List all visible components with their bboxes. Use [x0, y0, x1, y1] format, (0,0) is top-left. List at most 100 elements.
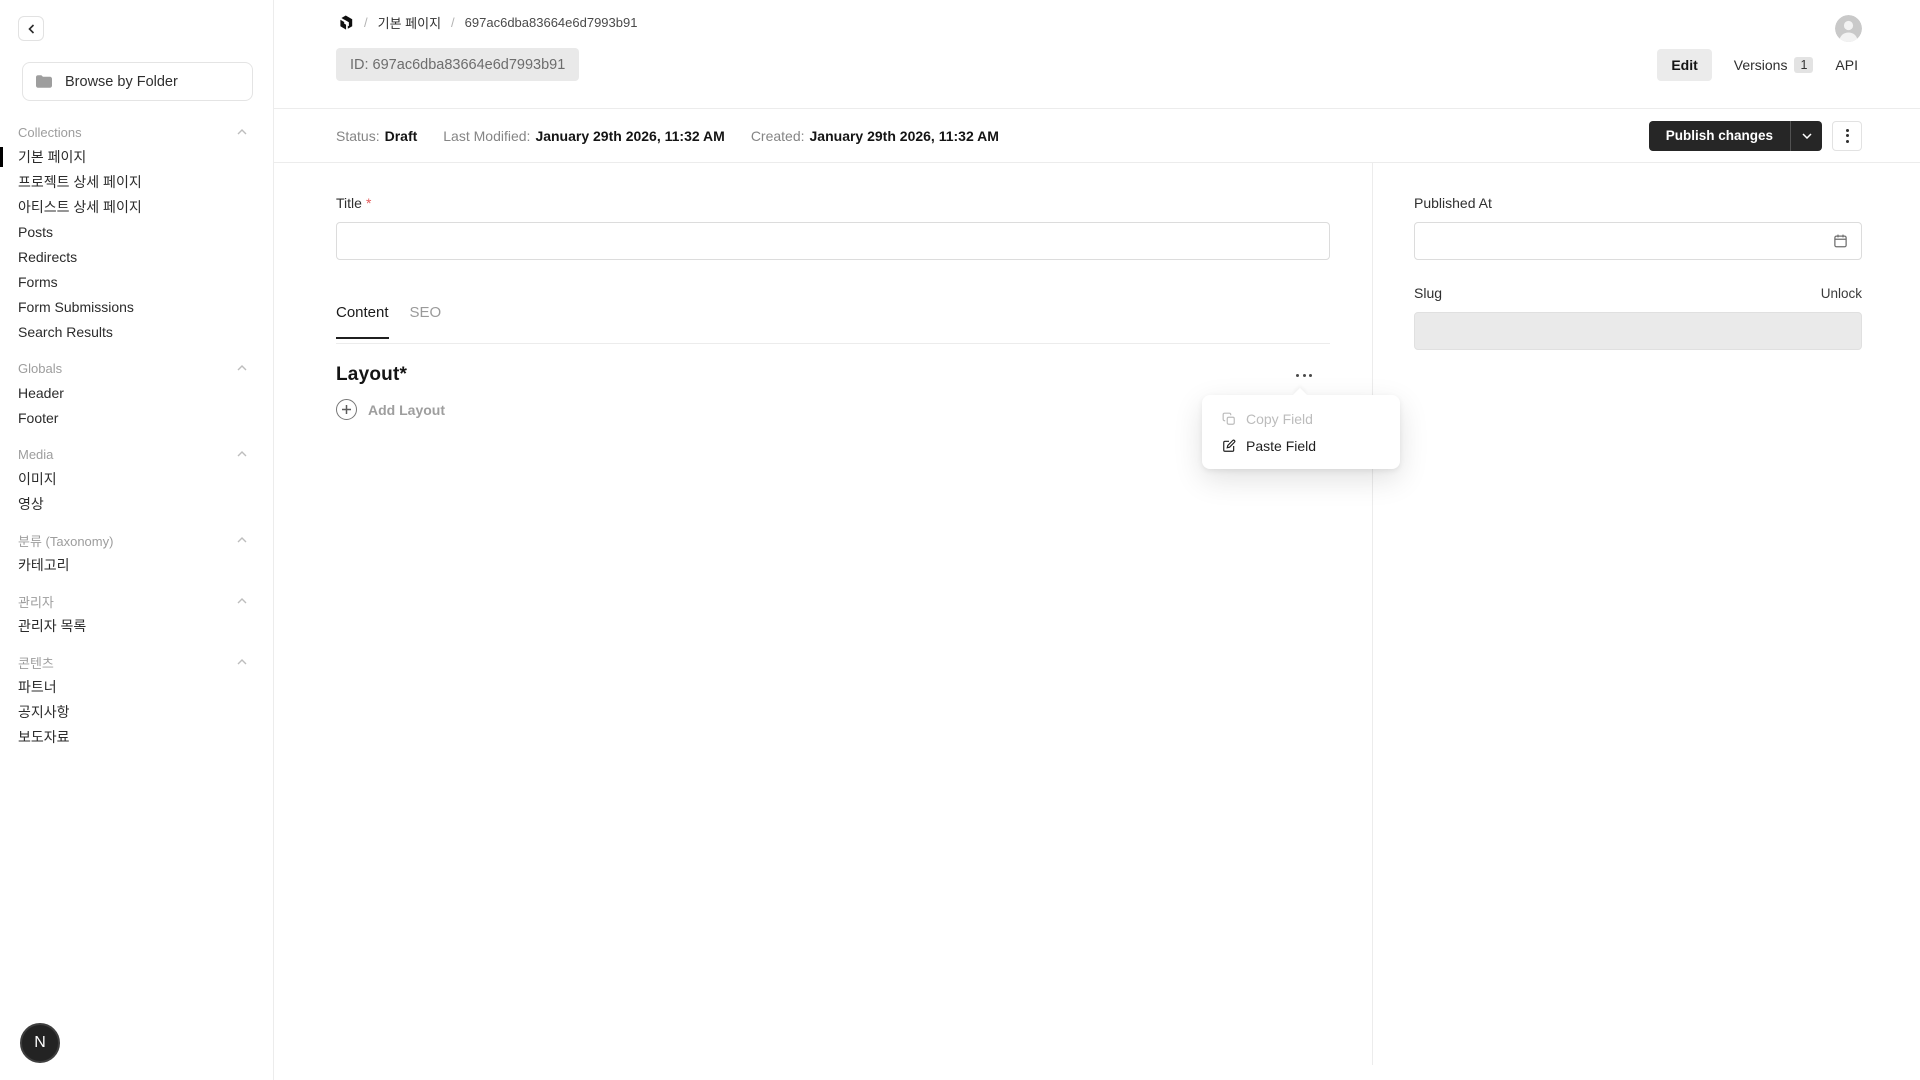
breadcrumb-separator: / — [364, 15, 368, 30]
tab-seo[interactable]: SEO — [410, 303, 442, 343]
id-and-tabs-row: ID: 697ac6dba83664e6d7993b91 Edit Versio… — [274, 48, 1920, 81]
sidebar-item-posts[interactable]: Posts — [0, 219, 273, 244]
sidebar-item-label: 카테고리 — [18, 556, 70, 573]
nav-section-taxonomy: 분류 (Taxonomy) 카테고리 — [0, 528, 273, 577]
add-layout-label: Add Layout — [368, 401, 445, 418]
sidebar-item-form-submissions[interactable]: Form Submissions — [0, 294, 273, 319]
sidebar-item-images[interactable]: 이미지 — [0, 466, 273, 491]
nav-section-toggle-taxonomy[interactable]: 분류 (Taxonomy) — [0, 528, 273, 552]
nav-section-label: 콘텐츠 — [18, 655, 54, 671]
last-modified-label: Last Modified: — [443, 127, 531, 144]
add-layout-button[interactable]: Add Layout — [336, 399, 445, 420]
account-avatar[interactable] — [1835, 15, 1862, 42]
layout-field-menu-button[interactable] — [1290, 368, 1318, 383]
sidebar-item-categories[interactable]: 카테고리 — [0, 552, 273, 577]
document-id-text: ID: 697ac6dba83664e6d7993b91 — [350, 56, 566, 73]
sidebar-item-search-results[interactable]: Search Results — [0, 319, 273, 344]
nav-section-toggle-globals[interactable]: Globals — [0, 356, 273, 380]
chevron-left-icon — [27, 23, 36, 34]
tab-content[interactable]: Content — [336, 303, 389, 343]
tab-api[interactable]: API — [1835, 57, 1858, 73]
nav-section-toggle-content[interactable]: 콘텐츠 — [0, 650, 273, 674]
sidebar-item-label: 이미지 — [18, 470, 57, 487]
slug-unlock-button[interactable]: Unlock — [1821, 286, 1862, 301]
nav-section-toggle-media[interactable]: Media — [0, 442, 273, 466]
tab-edit-label: Edit — [1671, 56, 1698, 73]
sidebar-item-press-releases[interactable]: 보도자료 — [0, 724, 273, 749]
chevron-up-icon — [237, 659, 247, 665]
browse-by-folder-label: Browse by Folder — [65, 73, 178, 90]
required-asterisk: * — [365, 195, 372, 211]
document-more-options-button[interactable] — [1832, 120, 1862, 151]
tab-versions[interactable]: Versions 1 — [1733, 56, 1814, 73]
breadcrumb-collection-link[interactable]: 기본 페이지 — [378, 13, 441, 32]
breadcrumb: / 기본 페이지 / 697ac6dba83664e6d7993b91 — [274, 0, 1920, 32]
document-sidebar-fields: Published At Slug Unlock — [1372, 163, 1920, 1065]
created-value: January 29th 2026, 11:32 AM — [809, 127, 999, 144]
sidebar-item-videos[interactable]: 영상 — [0, 491, 273, 516]
created-label: Created: — [750, 127, 805, 144]
calendar-icon[interactable] — [1833, 233, 1848, 248]
paste-field-menu-item[interactable]: Paste Field — [1202, 432, 1400, 459]
copy-field-label: Copy Field — [1246, 410, 1313, 427]
payload-logo-icon[interactable] — [338, 15, 354, 31]
copy-icon — [1222, 412, 1236, 426]
nav-section-globals: Globals Header Footer — [0, 356, 273, 430]
browse-by-folder-button[interactable]: Browse by Folder — [22, 62, 253, 101]
document-id-pill: ID: 697ac6dba83664e6d7993b91 — [336, 48, 580, 81]
tab-versions-label: Versions — [1733, 56, 1788, 73]
sidebar-item-project-detail-pages[interactable]: 프로젝트 상세 페이지 — [0, 169, 273, 194]
sidebar-item-label: Redirects — [18, 248, 78, 265]
collapse-nav-button[interactable] — [18, 16, 44, 41]
sidebar-item-notices[interactable]: 공지사항 — [0, 699, 273, 724]
last-modified-value: January 29th 2026, 11:32 AM — [535, 127, 725, 144]
main-area: / 기본 페이지 / 697ac6dba83664e6d7993b91 ID: … — [274, 0, 1920, 1080]
chevron-down-icon — [1801, 132, 1812, 139]
sidebar-item-label: Footer — [18, 409, 59, 426]
sidebar-item-label: Form Submissions — [18, 298, 134, 315]
status-group: Status: Draft — [336, 128, 417, 144]
title-input[interactable] — [336, 222, 1330, 260]
publish-options-toggle[interactable] — [1790, 120, 1822, 151]
layout-field-title: Layout* — [336, 364, 408, 385]
sidebar-item-label: 파트너 — [18, 678, 57, 695]
paste-icon — [1222, 439, 1236, 453]
sidebar-item-basic-pages[interactable]: 기본 페이지 — [0, 144, 273, 169]
nav-section-label: 분류 (Taxonomy) — [18, 533, 114, 549]
nav-section-content: 콘텐츠 파트너 공지사항 보도자료 — [0, 650, 273, 749]
nav-section-label: 관리자 — [18, 594, 54, 610]
document-view-tabs: Edit Versions 1 API — [1657, 48, 1858, 81]
sidebar-item-redirects[interactable]: Redirects — [0, 244, 273, 269]
sidebar-item-partners[interactable]: 파트너 — [0, 674, 273, 699]
sidebar-item-artist-detail-pages[interactable]: 아티스트 상세 페이지 — [0, 194, 273, 219]
sidebar-item-footer[interactable]: Footer — [0, 405, 273, 430]
versions-count-badge: 1 — [1794, 56, 1814, 73]
nav-section-label: Media — [18, 446, 54, 462]
plus-circle-icon — [336, 399, 357, 420]
chevron-up-icon — [237, 537, 247, 543]
published-at-input[interactable] — [1414, 222, 1862, 260]
sidebar-item-header[interactable]: Header — [0, 380, 273, 405]
sidebar-item-admin-list[interactable]: 관리자 목록 — [0, 613, 273, 638]
sidebar-item-label: Posts — [18, 223, 54, 240]
ellipsis-icon — [1296, 373, 1299, 377]
nav-section-toggle-collections[interactable]: Collections — [0, 120, 273, 144]
document-actions: Publish changes — [1648, 120, 1862, 151]
slug-field: Slug Unlock — [1414, 285, 1862, 350]
user-avatar[interactable]: N — [20, 1023, 60, 1063]
nav-section-toggle-admin[interactable]: 관리자 — [0, 589, 273, 613]
field-tabs: Content SEO — [336, 303, 1330, 344]
tab-edit[interactable]: Edit — [1657, 48, 1712, 81]
nav: Collections 기본 페이지 프로젝트 상세 페이지 아티스트 상세 페… — [0, 120, 273, 749]
publish-changes-button[interactable]: Publish changes — [1648, 120, 1822, 151]
nav-section-admin: 관리자 관리자 목록 — [0, 589, 273, 638]
sidebar-item-label: 관리자 목록 — [18, 617, 87, 634]
kebab-icon — [1845, 128, 1849, 132]
nav-section-media: Media 이미지 영상 — [0, 442, 273, 516]
title-field-label: Title * — [336, 195, 372, 211]
slug-label: Slug — [1414, 285, 1443, 301]
folder-icon — [36, 75, 52, 88]
chevron-up-icon — [237, 129, 247, 135]
sidebar-item-forms[interactable]: Forms — [0, 269, 273, 294]
tab-api-label: API — [1835, 56, 1858, 73]
